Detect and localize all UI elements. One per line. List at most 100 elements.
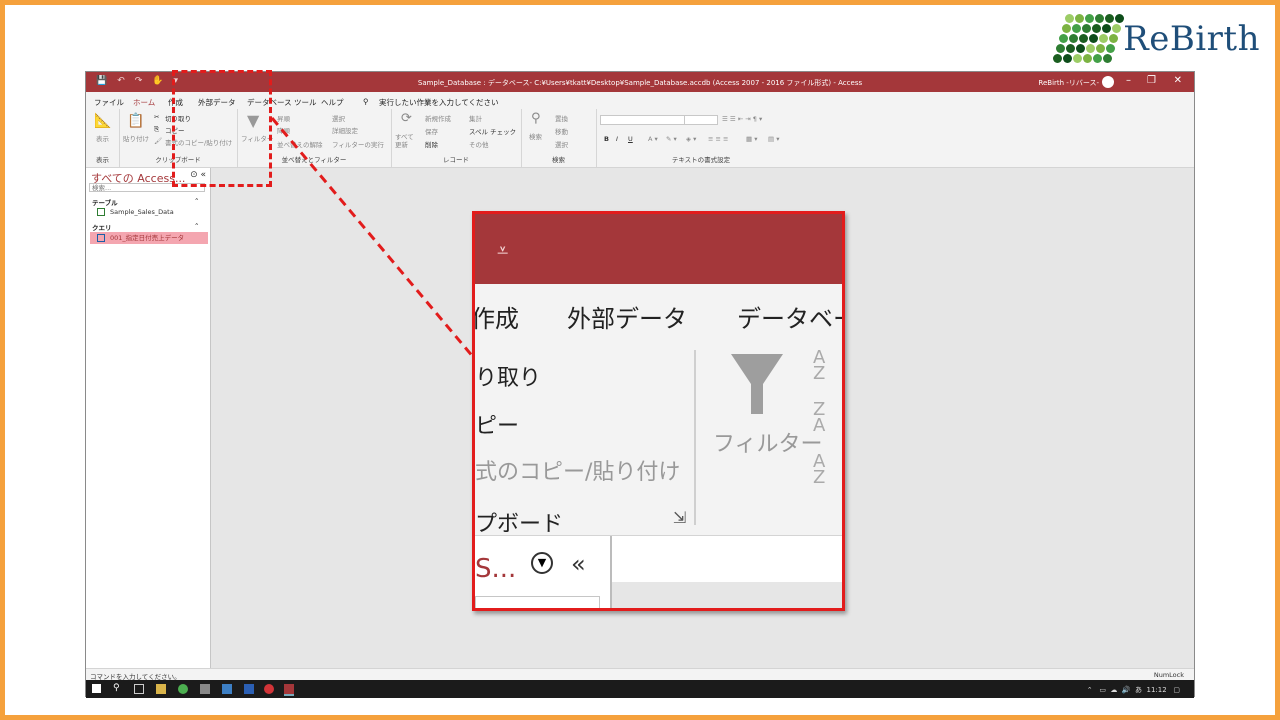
list-icons[interactable]: ☰ ☰ ⇤ ⇥ ¶ ▾ (722, 115, 762, 123)
clock[interactable]: 11:12 (1147, 686, 1167, 694)
network-icon[interactable]: ▭ (1099, 686, 1106, 694)
goto-button[interactable]: 移動 (555, 126, 568, 136)
select-button[interactable]: 選択 (555, 139, 568, 149)
taskbar: ⚲ ⌃ ▭ ☁ 🔊 あ 11:12 ▢ (86, 680, 1194, 698)
zoom-copy: ピー (475, 414, 520, 439)
avatar[interactable] (1102, 76, 1114, 88)
logo-dot (1092, 24, 1102, 33)
search-icon[interactable]: ⚲ (363, 97, 369, 106)
logo-dots-icon (1053, 14, 1125, 64)
app-icon[interactable] (264, 684, 274, 694)
logo-dot (1066, 44, 1076, 53)
advanced-button[interactable]: 詳細設定 (332, 125, 358, 135)
volume-icon[interactable]: 🔊 (1122, 686, 1131, 694)
tell-me-input[interactable]: 実行したい作業を入力してください (379, 97, 499, 108)
records-group: ⟳ すべて更新 新規作成 保存 削除 集計 スペル チェック その他 レコード (391, 109, 522, 167)
refresh-all-button[interactable]: すべて更新 (395, 133, 417, 149)
selection-button[interactable]: 選択 (332, 113, 345, 123)
find-button[interactable]: 検索 (529, 131, 542, 141)
ime-icon[interactable]: あ (1135, 686, 1142, 694)
paste-button[interactable]: 貼り付け (123, 133, 149, 143)
chevron-up-icon[interactable]: ⌃ (194, 197, 199, 205)
logo-dot (1089, 34, 1099, 43)
toggle-filter-button[interactable]: フィルターの実行 (332, 139, 384, 149)
zoom-tab-external: 外部データ (567, 305, 687, 333)
access-icon[interactable] (284, 684, 294, 696)
zoom-menu: 作成 外部データ データベー (475, 284, 842, 340)
totals-button[interactable]: 集計 (469, 113, 482, 123)
alt-row-color-icon[interactable]: ▤ ▾ (768, 135, 779, 143)
zoom-ribbon: り取り ピー 式のコピー/貼り付け プボード ⇲ フィルター AZ ZA AZ (475, 340, 842, 537)
chrome-icon[interactable] (178, 684, 188, 694)
delete-record-button[interactable]: 削除 (425, 139, 438, 149)
gridlines-icon[interactable]: ▦ ▾ (746, 135, 757, 143)
spelling-button[interactable]: スペル チェック (469, 126, 516, 136)
font-size-select[interactable] (684, 115, 718, 125)
outlook-icon[interactable] (244, 684, 254, 694)
ascending-button[interactable]: 昇順 (277, 113, 290, 123)
logo-dot (1082, 24, 1092, 33)
table-item-label: Sample_Sales_Data (110, 208, 174, 216)
logo-dot (1105, 14, 1115, 23)
sort-ascending-icon: AZ (813, 347, 826, 384)
zoom-blank-strip (612, 536, 842, 582)
fill-color-icon[interactable]: ◈ ▾ (686, 135, 696, 143)
app-icon[interactable] (200, 684, 210, 694)
user-name[interactable]: ReBirth -リバース- (1038, 78, 1099, 88)
minimize-button[interactable]: – (1126, 75, 1131, 86)
records-group-label: レコード (443, 156, 469, 164)
group-divider (694, 350, 696, 525)
font-color-icon[interactable]: A ▾ (648, 135, 658, 143)
tab-file[interactable]: ファイル (94, 97, 124, 108)
logo-dot (1073, 54, 1083, 63)
zoom-clipboard-label: プボード (475, 512, 564, 537)
logo-dot (1072, 24, 1082, 33)
logo-dot (1063, 54, 1073, 63)
descending-button[interactable]: 降順 (277, 125, 290, 135)
navigation-pane: すべての Access... ⊙ « 検索... テーブル ⌃ Sample_S… (86, 168, 211, 668)
replace-button[interactable]: 置換 (555, 113, 568, 123)
logo-dot (1053, 54, 1063, 63)
search-icon[interactable]: ⚲ (113, 683, 123, 693)
logo-dot (1106, 44, 1116, 53)
onedrive-icon[interactable]: ☁ (1110, 686, 1117, 694)
logo-dot (1069, 34, 1079, 43)
highlight-box (172, 70, 272, 187)
notification-icon[interactable]: ▢ (1173, 686, 1180, 694)
logo-dot (1109, 34, 1119, 43)
logo-dot (1086, 44, 1096, 53)
highlight-icon[interactable]: ✎ ▾ (666, 135, 677, 143)
filter-icon (731, 354, 783, 414)
queries-header[interactable]: クエリ (92, 222, 112, 232)
new-record-button[interactable]: 新規作成 (425, 113, 451, 123)
close-button[interactable]: ✕ (1174, 75, 1182, 86)
windows-start-icon[interactable] (92, 684, 101, 693)
zoom-title-bar: ⩡ (475, 214, 842, 284)
more-button[interactable]: その他 (469, 139, 489, 149)
query-item[interactable]: 001_指定日付売上データ (90, 232, 208, 244)
maximize-button[interactable]: ❐ (1147, 75, 1156, 86)
remove-sort-button[interactable]: 並べ替えの解除 (277, 139, 323, 149)
bold-button[interactable]: B (604, 135, 609, 143)
save-record-button[interactable]: 保存 (425, 126, 438, 136)
app-icon[interactable] (222, 684, 232, 694)
logo-dot (1102, 24, 1112, 33)
logo-dot (1076, 44, 1086, 53)
underline-button[interactable]: U (628, 135, 633, 143)
align-icons[interactable]: ≡ ≡ ≡ (708, 135, 728, 143)
view-group-label: 表示 (96, 156, 109, 164)
italic-button[interactable]: I (616, 135, 618, 143)
tab-help[interactable]: ヘルプ (321, 97, 344, 108)
zoom-cut: り取り (475, 366, 542, 391)
task-view-icon[interactable] (134, 684, 144, 694)
table-item[interactable]: Sample_Sales_Data (90, 206, 208, 218)
view-button[interactable]: 表示 (96, 133, 109, 143)
logo-dot (1083, 54, 1093, 63)
chevron-up-icon[interactable]: ⌃ (1087, 686, 1093, 694)
refresh-icon: ⟳ (401, 111, 412, 126)
logo-text: ReBirth (1123, 19, 1260, 59)
zoom-nav-collapse: « (571, 550, 586, 578)
zoom-nav-search (475, 596, 600, 608)
explorer-icon[interactable] (156, 684, 166, 694)
chevron-up-icon[interactable]: ⌃ (194, 222, 199, 230)
